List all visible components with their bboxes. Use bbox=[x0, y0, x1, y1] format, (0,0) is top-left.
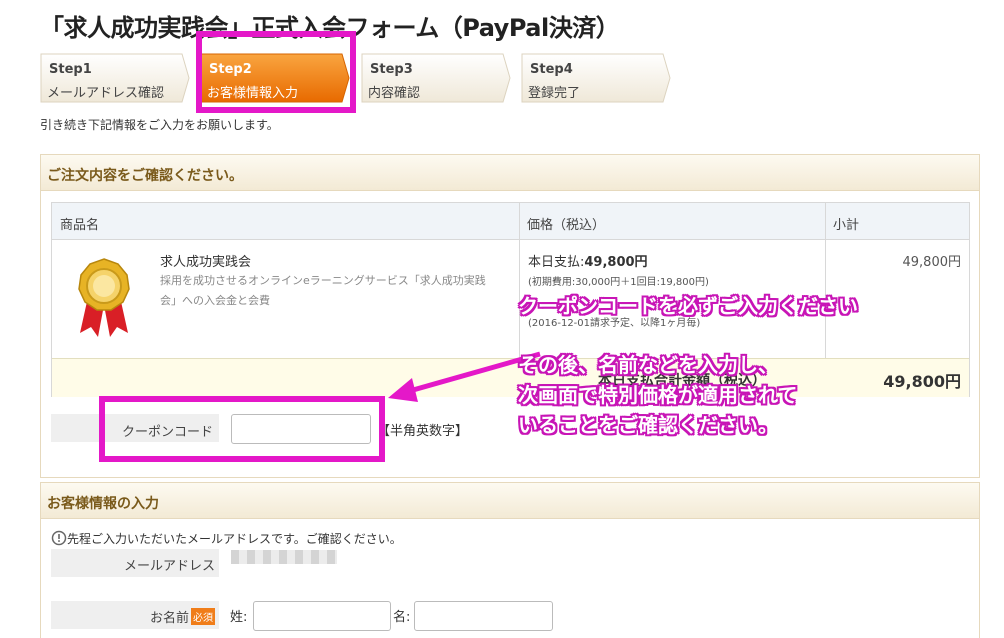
column-header-subtotal: 小計 bbox=[825, 203, 969, 240]
step-1-label: メールアドレス確認 bbox=[47, 86, 165, 101]
first-name-input[interactable] bbox=[414, 601, 553, 631]
info-icon bbox=[51, 530, 67, 546]
customer-panel-header: お客様情報の入力 bbox=[41, 483, 979, 519]
gold-medal-icon bbox=[78, 258, 130, 337]
product-description: 会」への入会金と会費 bbox=[160, 294, 270, 307]
step-4-number: Step4 bbox=[530, 62, 573, 77]
first-name-label: 名: bbox=[393, 610, 411, 625]
product-name: 求人成功実践会 bbox=[160, 255, 252, 270]
column-divider bbox=[825, 203, 826, 358]
step-4-label: 登録完了 bbox=[528, 86, 581, 101]
order-section-title: ご注文内容をご確認ください。 bbox=[47, 168, 243, 184]
last-name-input[interactable] bbox=[253, 601, 391, 631]
price-today-label: 本日支払: bbox=[528, 255, 585, 270]
total-value: 49,800円 bbox=[883, 372, 961, 391]
required-badge: 必須 bbox=[191, 608, 215, 625]
step-1-number: Step1 bbox=[49, 62, 92, 77]
column-header-product: 商品名 bbox=[52, 203, 519, 240]
step2-highlight-box bbox=[196, 31, 356, 113]
annotation-text: クーポンコードを必ずご入力ください bbox=[518, 294, 858, 318]
step-3-label: 内容確認 bbox=[368, 86, 421, 101]
email-value-blurred bbox=[231, 550, 337, 564]
step-4: Step4 登録完了 bbox=[521, 53, 671, 103]
column-divider bbox=[519, 203, 520, 358]
order-panel-header: ご注文内容をご確認ください。 bbox=[41, 155, 979, 191]
annotation-text: いることをご確認ください。 bbox=[518, 413, 778, 437]
column-header-price: 価格（税込） bbox=[519, 203, 825, 240]
step-3-number: Step3 bbox=[370, 62, 413, 77]
customer-section-title: お客様情報の入力 bbox=[47, 496, 159, 512]
name-label-text: お名前 bbox=[149, 611, 189, 626]
step-3: Step3 内容確認 bbox=[361, 53, 511, 103]
email-label: メールアドレス bbox=[51, 549, 219, 577]
coupon-note: 【半角英数字】 bbox=[377, 424, 469, 439]
lead-text: 引き続き下記情報をご入力をお願いします。 bbox=[40, 118, 279, 132]
price-breakdown: (初期費用:30,000円＋1回目:19,800円) bbox=[528, 277, 709, 288]
subtotal-value: 49,800円 bbox=[902, 255, 962, 270]
email-info-text: 先程ご入力いただいたメールアドレスです。ご確認ください。 bbox=[67, 532, 402, 546]
annotation-text: その後、名前などを入力し、 bbox=[518, 353, 778, 377]
coupon-highlight-box bbox=[99, 396, 385, 462]
annotation-text: 次画面で特別価格が適用されて bbox=[518, 383, 798, 407]
product-description: 採用を成功させるオンラインeラーニングサービス「求人成功実践 bbox=[160, 274, 486, 287]
last-name-label: 姓: bbox=[230, 610, 248, 625]
price-today-value: 49,800円 bbox=[584, 255, 648, 270]
name-label: お名前 必須 bbox=[51, 601, 219, 629]
price-today: 本日支払:49,800円 bbox=[528, 251, 648, 270]
step-1: Step1 メールアドレス確認 bbox=[40, 53, 190, 103]
